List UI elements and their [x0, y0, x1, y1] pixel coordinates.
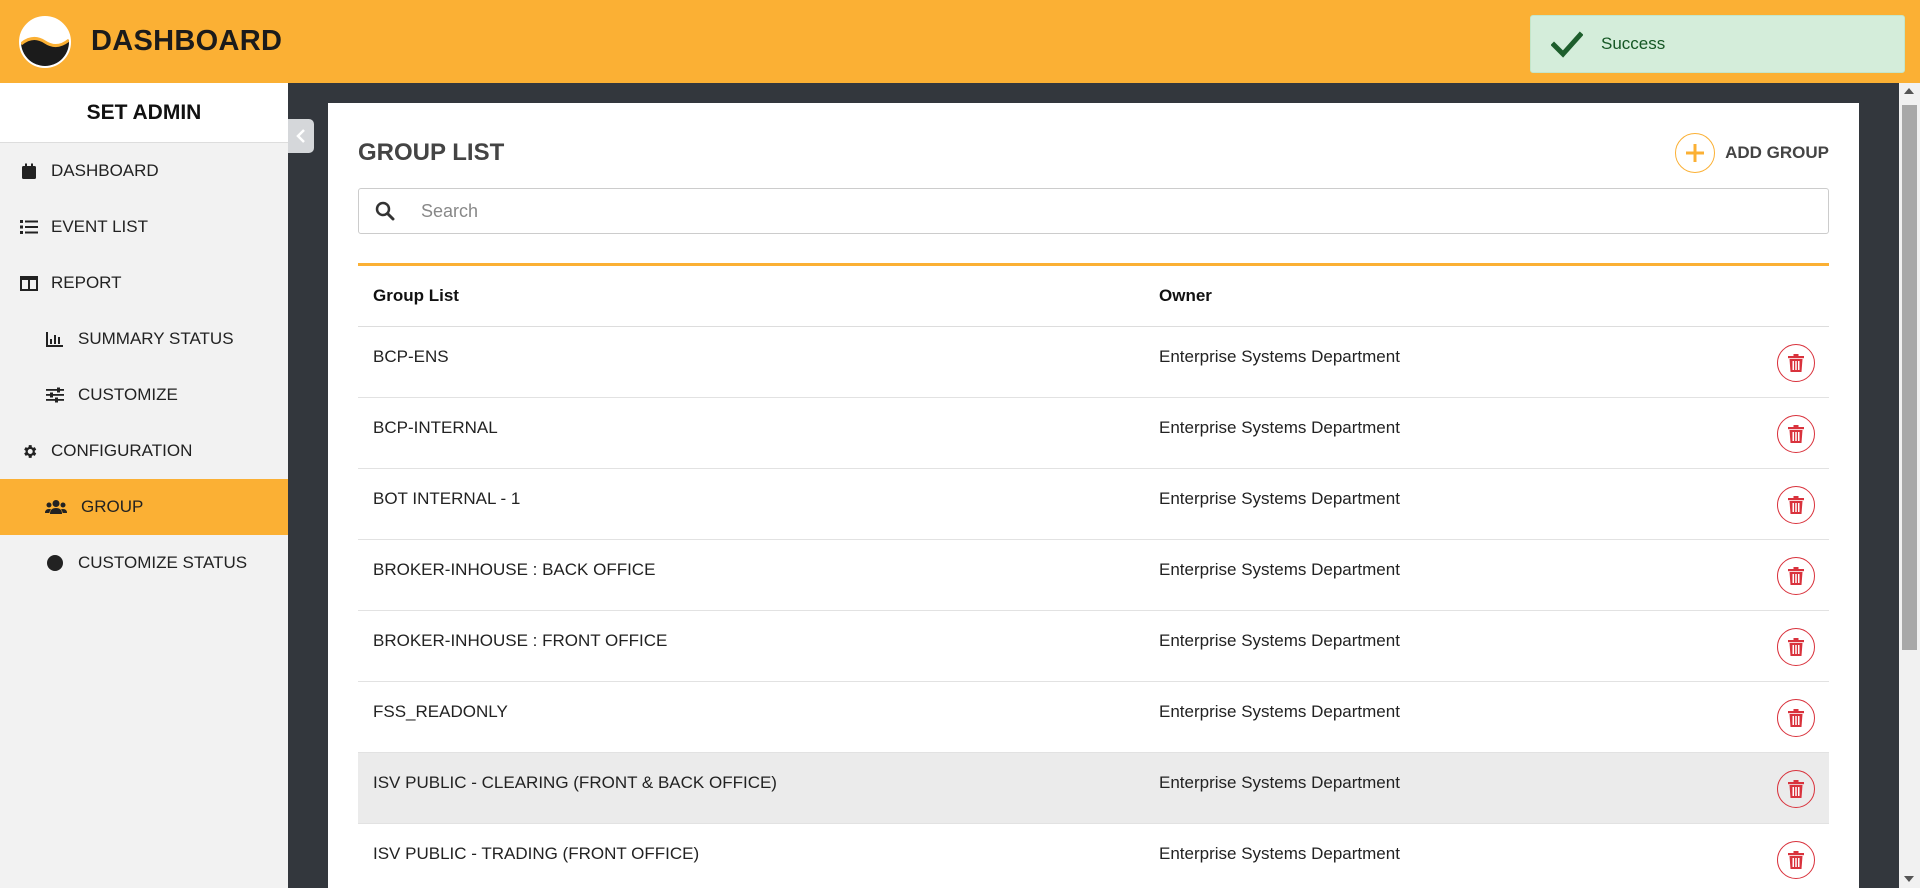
search-icon — [375, 201, 395, 221]
sidebar-item-report[interactable]: REPORT — [0, 255, 288, 311]
sidebar-item-label: DASHBOARD — [51, 161, 159, 180]
search-box — [358, 188, 1829, 234]
group-name-cell: BCP-ENS — [373, 347, 449, 366]
table-row[interactable]: BCP-ENS Enterprise Systems Department — [358, 327, 1829, 398]
sidebar-item-label: GROUP — [81, 497, 144, 516]
trash-icon — [1788, 354, 1804, 372]
sidebar-item-label: CUSTOMIZE STATUS — [78, 553, 248, 572]
toast-message: Success — [1601, 34, 1666, 53]
delete-button[interactable] — [1777, 415, 1815, 453]
group-table: Group List Owner BCP-ENS Enterprise Syst… — [358, 263, 1829, 888]
users-icon — [45, 498, 67, 516]
column-header-group-list[interactable]: Group List — [358, 286, 1159, 306]
table-row[interactable]: BOT INTERNAL - 1 Enterprise Systems Depa… — [358, 469, 1829, 540]
brand-title[interactable]: DASHBOARD — [91, 25, 282, 58]
table-icon — [19, 274, 39, 292]
owner-cell: Enterprise Systems Department — [1159, 844, 1400, 863]
owner-cell: Enterprise Systems Department — [1159, 702, 1400, 721]
sidebar-item-configuration[interactable]: CONFIGURATION — [0, 423, 288, 479]
table-row[interactable]: BROKER-INHOUSE : BACK OFFICE Enterprise … — [358, 540, 1829, 611]
gear-icon — [19, 442, 39, 460]
sidebar: SET ADMIN DASHBOARD EVENT LIST REPORT SU… — [0, 83, 288, 888]
trash-icon — [1788, 567, 1804, 585]
sidebar-item-dashboard[interactable]: DASHBOARD — [0, 143, 288, 199]
trash-icon — [1788, 425, 1804, 443]
group-name-cell: BROKER-INHOUSE : BACK OFFICE — [373, 560, 656, 579]
search-input[interactable] — [421, 200, 1801, 222]
sidebar-item-customize-status[interactable]: CUSTOMIZE STATUS — [0, 535, 288, 591]
delete-button[interactable] — [1777, 628, 1815, 666]
add-group-button[interactable]: ADD GROUP — [1675, 133, 1829, 173]
table-header: Group List Owner — [358, 266, 1829, 327]
wave-logo-icon[interactable] — [19, 15, 71, 68]
sidebar-item-customize[interactable]: CUSTOMIZE — [0, 367, 288, 423]
owner-cell: Enterprise Systems Department — [1159, 347, 1400, 366]
owner-cell: Enterprise Systems Department — [1159, 773, 1400, 792]
delete-button[interactable] — [1777, 557, 1815, 595]
table-row[interactable]: BROKER-INHOUSE : FRONT OFFICE Enterprise… — [358, 611, 1829, 682]
add-group-label: ADD GROUP — [1725, 143, 1829, 162]
bar-chart-icon — [45, 330, 65, 348]
sidebar-item-label: CUSTOMIZE — [78, 385, 178, 404]
sidebar-item-label: REPORT — [51, 273, 122, 292]
owner-cell: Enterprise Systems Department — [1159, 489, 1400, 508]
trash-icon — [1788, 638, 1804, 656]
trash-icon — [1788, 496, 1804, 514]
table-row[interactable]: BCP-INTERNAL Enterprise Systems Departme… — [358, 398, 1829, 469]
group-name-cell: FSS_READONLY — [373, 702, 508, 721]
group-list-card: GROUP LIST ADD GROUP Group List Owner BC… — [328, 103, 1859, 888]
sidebar-collapse-button[interactable] — [288, 119, 314, 153]
sidebar-item-label: CONFIGURATION — [51, 441, 193, 460]
group-name-cell: BROKER-INHOUSE : FRONT OFFICE — [373, 631, 668, 650]
delete-button[interactable] — [1777, 344, 1815, 382]
sidebar-menu: DASHBOARD EVENT LIST REPORT SUMMARY STAT… — [0, 143, 288, 591]
plus-icon — [1675, 133, 1716, 173]
calendar-icon — [19, 162, 39, 180]
sidebar-item-event-list[interactable]: EVENT LIST — [0, 199, 288, 255]
sidebar-title: SET ADMIN — [0, 83, 288, 143]
group-name-cell: BOT INTERNAL - 1 — [373, 489, 521, 508]
trash-icon — [1788, 780, 1804, 798]
sidebar-item-label: EVENT LIST — [51, 217, 148, 236]
sidebar-item-summary-status[interactable]: SUMMARY STATUS — [0, 311, 288, 367]
delete-button[interactable] — [1777, 486, 1815, 524]
table-row[interactable]: ISV PUBLIC - TRADING (FRONT OFFICE) Ente… — [358, 824, 1829, 888]
scroll-up-arrow-icon[interactable] — [1904, 88, 1914, 94]
delete-button[interactable] — [1777, 770, 1815, 808]
owner-cell: Enterprise Systems Department — [1159, 560, 1400, 579]
owner-cell: Enterprise Systems Department — [1159, 631, 1400, 650]
column-header-owner[interactable]: Owner — [1159, 286, 1699, 306]
sidebar-item-group[interactable]: GROUP — [0, 479, 288, 535]
sliders-icon — [45, 386, 65, 404]
sidebar-item-label: SUMMARY STATUS — [78, 329, 234, 348]
list-icon — [19, 218, 39, 236]
page-title: GROUP LIST — [358, 139, 505, 166]
table-row[interactable]: FSS_READONLY Enterprise Systems Departme… — [358, 682, 1829, 753]
page-scrollbar[interactable] — [1899, 83, 1920, 888]
chevron-left-icon — [296, 129, 305, 143]
group-name-cell: ISV PUBLIC - TRADING (FRONT OFFICE) — [373, 844, 700, 863]
owner-cell: Enterprise Systems Department — [1159, 418, 1400, 437]
trash-icon — [1788, 709, 1804, 727]
trash-icon — [1788, 851, 1804, 869]
scroll-down-arrow-icon[interactable] — [1904, 876, 1914, 882]
delete-button[interactable] — [1777, 841, 1815, 879]
scrollbar-thumb[interactable] — [1902, 105, 1917, 650]
success-toast: Success — [1530, 15, 1905, 73]
group-name-cell: BCP-INTERNAL — [373, 418, 498, 437]
circle-icon — [45, 554, 65, 572]
delete-button[interactable] — [1777, 699, 1815, 737]
group-name-cell: ISV PUBLIC - CLEARING (FRONT & BACK OFFI… — [373, 773, 777, 792]
check-icon — [1551, 31, 1583, 58]
table-row[interactable]: ISV PUBLIC - CLEARING (FRONT & BACK OFFI… — [358, 753, 1829, 824]
